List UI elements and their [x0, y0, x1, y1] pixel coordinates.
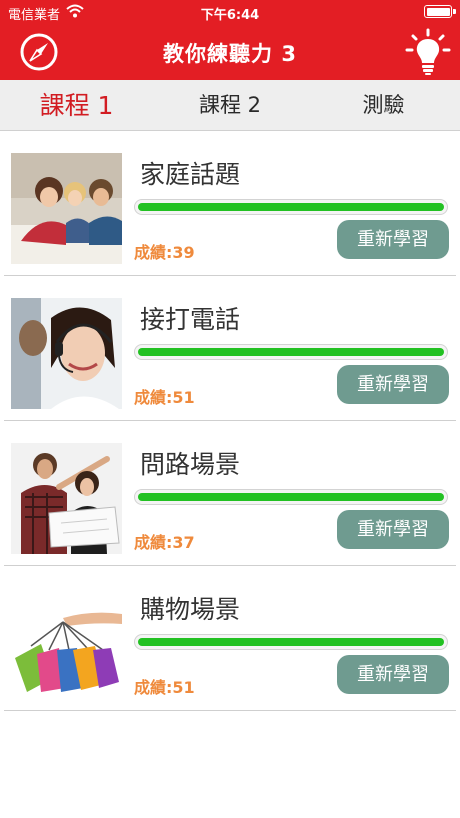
progress-bar	[134, 634, 448, 650]
lesson-title: 購物場景	[140, 595, 241, 624]
lesson-title: 家庭話題	[140, 160, 241, 189]
tab-lesson-2[interactable]: 課程 2	[153, 80, 307, 131]
lesson-item-family[interactable]: 家庭話題 成績:39 重新學習	[0, 131, 460, 276]
score-label: 成績:39	[134, 243, 195, 262]
tab-lesson-1[interactable]: 課程 1	[0, 80, 153, 131]
clock-label: 下午6:44	[200, 8, 260, 23]
battery-icon	[424, 5, 456, 18]
progress-fill	[138, 638, 444, 646]
lesson-item-directions[interactable]: 問路場景 成績:37 重新學習	[0, 421, 460, 566]
progress-bar	[134, 199, 448, 215]
score-label: 成績:51	[134, 678, 195, 697]
shopping-bags-photo	[11, 588, 122, 699]
progress-bar	[134, 489, 448, 505]
relearn-button[interactable]: 重新學習	[337, 655, 449, 694]
asking-directions-photo	[11, 443, 122, 554]
relearn-button[interactable]: 重新學習	[337, 365, 449, 404]
headset-operator-photo	[11, 298, 122, 409]
status-bar: 電信業者 下午6:44	[0, 0, 460, 24]
progress-fill	[138, 348, 444, 356]
lesson-item-shopping[interactable]: 購物場景 成績:51 重新學習	[0, 566, 460, 711]
score-label: 成績:37	[134, 533, 195, 552]
lesson-title: 接打電話	[140, 305, 241, 334]
page-title: 教你練聽力 3	[163, 42, 297, 66]
lesson-item-phone-calls[interactable]: 接打電話 成績:51 重新學習	[0, 276, 460, 421]
nav-bar: 教你練聽力 3	[0, 24, 460, 80]
lightbulb-icon[interactable]	[404, 28, 452, 76]
tab-bar: 課程 1 課程 2 測驗	[0, 80, 460, 131]
lesson-title: 問路場景	[140, 450, 241, 479]
relearn-button[interactable]: 重新學習	[337, 220, 449, 259]
tab-quiz[interactable]: 測驗	[307, 80, 460, 131]
progress-fill	[138, 203, 444, 211]
progress-fill	[138, 493, 444, 501]
relearn-button[interactable]: 重新學習	[337, 510, 449, 549]
divider	[4, 710, 456, 711]
family-photo	[11, 153, 122, 264]
progress-bar	[134, 344, 448, 360]
score-label: 成績:51	[134, 388, 195, 407]
